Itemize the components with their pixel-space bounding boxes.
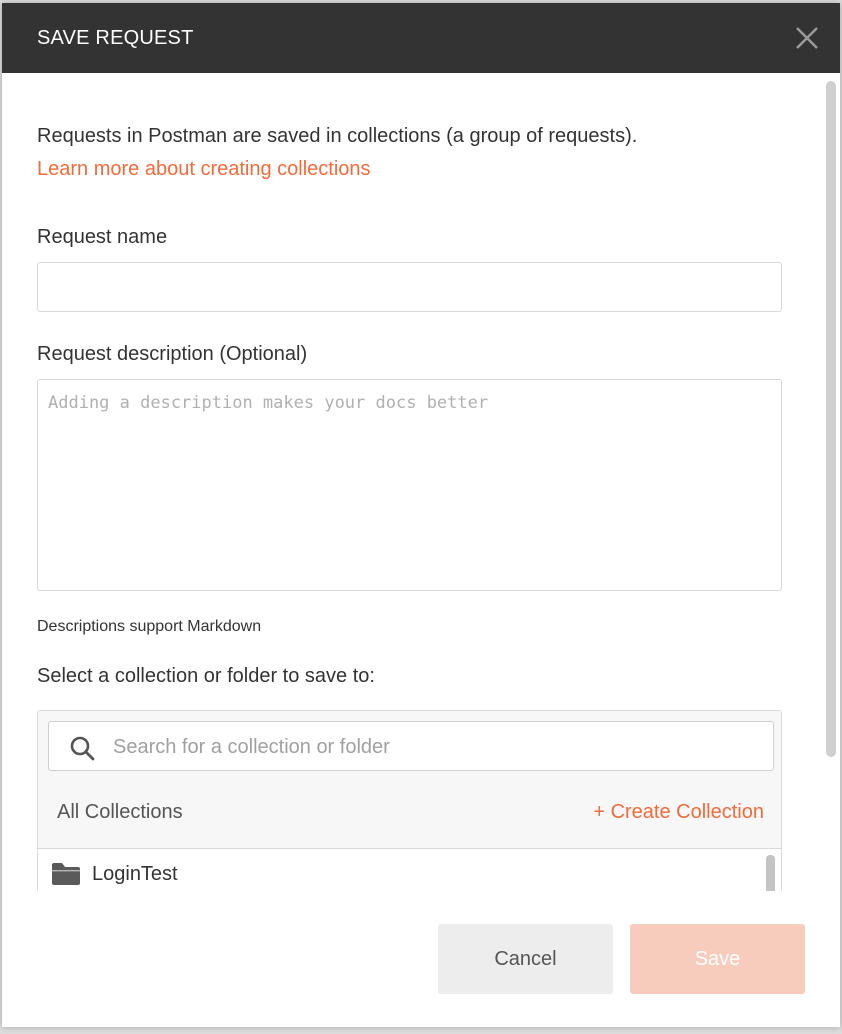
collection-picker: All Collections + Create Collection Logi… — [37, 710, 782, 891]
request-description-input[interactable] — [37, 379, 782, 591]
collection-picker-header: All Collections + Create Collection — [38, 711, 781, 849]
request-name-input[interactable] — [37, 262, 782, 312]
collection-select-label: Select a collection or folder to save to… — [37, 665, 375, 687]
dialog-body: Requests in Postman are saved in collect… — [2, 73, 840, 891]
markdown-note: Descriptions support Markdown — [37, 618, 262, 635]
save-request-dialog: SAVE REQUEST Requests in Postman are sav… — [2, 3, 840, 1027]
all-collections-breadcrumb: All Collections — [57, 801, 183, 823]
collection-list-item[interactable]: LoginTest — [38, 849, 763, 891]
close-icon — [796, 27, 818, 49]
request-name-label: Request name — [37, 226, 168, 248]
dialog-footer: Cancel Save — [2, 891, 840, 1027]
create-collection-link[interactable]: + Create Collection — [593, 801, 764, 824]
dialog-scrollbar[interactable] — [826, 81, 836, 757]
collection-search-box — [48, 721, 774, 772]
close-button[interactable] — [794, 25, 820, 51]
intro-text: Requests in Postman are saved in collect… — [37, 125, 638, 147]
learn-more-link[interactable]: Learn more about creating collections — [37, 158, 371, 181]
collection-search-input[interactable] — [111, 722, 765, 772]
folder-icon — [52, 863, 80, 885]
dialog-header: SAVE REQUEST — [2, 3, 840, 73]
collection-list-scrollbar[interactable] — [766, 855, 775, 891]
collection-name: LoginTest — [92, 863, 178, 885]
save-button[interactable]: Save — [630, 924, 805, 994]
request-description-label: Request description (Optional) — [37, 343, 308, 365]
search-icon — [70, 736, 95, 761]
dialog-title: SAVE REQUEST — [37, 27, 194, 49]
cancel-button[interactable]: Cancel — [438, 924, 613, 994]
